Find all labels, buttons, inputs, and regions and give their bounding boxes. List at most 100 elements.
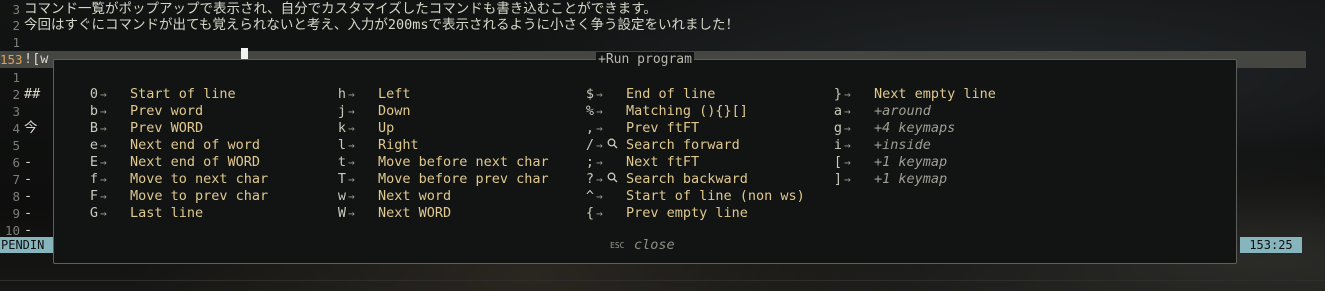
arrow-icon: →: [596, 190, 603, 203]
key-label: ;: [585, 154, 594, 170]
key-label: t: [337, 154, 346, 170]
key-label: j: [337, 103, 346, 119]
key-label: f: [89, 171, 98, 187]
editor-line[interactable]: 6-: [0, 154, 32, 171]
key-description: Start of line (non ws): [626, 188, 805, 204]
key-label: E: [89, 154, 98, 170]
editor-line[interactable]: 3 コマンド一覧がポップアップで表示され、自分でカスタマイズしたコマンドも書き込む…: [0, 1, 657, 18]
editor-line[interactable]: 8-: [0, 188, 32, 205]
key-description: +4 keymaps: [874, 120, 956, 136]
line-text: 今回はすぐにコマンドが出ても覚えられないと考え、入力が200msで表示されるよう…: [24, 17, 739, 33]
key-description: End of line: [626, 86, 716, 102]
key-description: +1 keymap: [874, 171, 948, 187]
editor-line[interactable]: 1: [0, 34, 24, 51]
key-label: F: [89, 188, 98, 204]
key-description: Up: [378, 120, 395, 136]
arrow-icon: →: [844, 173, 851, 186]
editor-line[interactable]: 1: [0, 69, 24, 86]
key-description: Start of line: [130, 86, 236, 102]
line-number: 7: [12, 172, 20, 187]
key-description: Move to next char: [130, 171, 269, 187]
arrow-icon: →: [844, 122, 851, 135]
key-description: Next ftFT: [626, 154, 700, 170]
key-description: Move to prev char: [130, 188, 269, 204]
key-description: Next end of word: [130, 137, 261, 153]
key-label: h: [337, 86, 346, 102]
line-text: 今: [24, 120, 38, 136]
arrow-icon: →: [348, 88, 355, 101]
arrow-icon: →: [596, 173, 603, 186]
arrow-icon: →: [100, 173, 107, 186]
key-label: b: [89, 103, 98, 119]
key-label: i: [833, 137, 842, 153]
editor-line[interactable]: 2 今回はすぐにコマンドが出ても覚えられないと考え、入力が200msで表示されるよ…: [0, 17, 739, 34]
popup-title-text: +Run program: [596, 52, 694, 67]
line-number: 1: [12, 70, 20, 85]
arrow-icon: →: [100, 156, 107, 169]
key-description: Matching (){}[]: [626, 103, 748, 119]
arrow-icon: →: [844, 139, 851, 152]
arrow-icon: →: [100, 139, 107, 152]
key-description: Search backward: [626, 171, 748, 187]
arrow-icon: →: [348, 105, 355, 118]
arrow-icon: →: [596, 105, 603, 118]
key-label: $: [585, 86, 594, 102]
arrow-icon: →: [348, 173, 355, 186]
arrow-icon: →: [348, 122, 355, 135]
line-text: ##: [24, 86, 41, 102]
key-label: k: [337, 120, 346, 136]
editor-line[interactable]: 4今: [0, 120, 38, 137]
key-description: +1 keymap: [874, 154, 948, 170]
key-label: 0: [89, 86, 98, 102]
editor-line[interactable]: 5: [0, 137, 24, 154]
line-number: 5: [12, 138, 20, 153]
line-text: -: [24, 188, 33, 204]
key-label: g: [833, 120, 842, 136]
line-text: コマンド一覧がポップアップで表示され、自分でカスタマイズしたコマンドも書き込むこ…: [24, 1, 657, 17]
arrow-icon: →: [596, 156, 603, 169]
close-button[interactable]: close: [634, 237, 675, 254]
key-description: Search forward: [626, 137, 740, 153]
key-label: e: [89, 137, 98, 153]
key-label: G: [89, 205, 98, 221]
search-icon: [607, 171, 618, 188]
search-icon: [607, 137, 618, 154]
key-description: Down: [378, 103, 411, 119]
key-label: ]: [833, 171, 842, 187]
key-label: W: [337, 205, 346, 221]
arrow-icon: →: [844, 88, 851, 101]
line-number: 3: [12, 2, 20, 17]
key-label: l: [337, 137, 346, 153]
key-label: ^: [585, 188, 594, 204]
editor-line[interactable]: 153 ![w: [0, 51, 48, 68]
key-description: Prev word: [130, 103, 204, 119]
editor-line[interactable]: 3: [0, 103, 24, 120]
key-description: Next word: [378, 188, 452, 204]
line-number: 8: [12, 189, 20, 204]
editor-line[interactable]: 7-: [0, 171, 32, 188]
key-description: +around: [874, 103, 931, 119]
line-number: 4: [12, 121, 20, 136]
window-divider: [0, 280, 1325, 281]
key-description: Move before next char: [378, 154, 549, 170]
editor-line[interactable]: 9-: [0, 205, 32, 222]
line-number: 2: [12, 18, 20, 33]
arrow-icon: →: [348, 207, 355, 220]
key-description: Right: [378, 137, 419, 153]
arrow-icon: →: [844, 156, 851, 169]
arrow-icon: →: [596, 139, 603, 152]
key-label: ?: [585, 171, 594, 187]
key-description: Move before prev char: [378, 171, 549, 187]
key-description: Prev WORD: [130, 120, 204, 136]
line-number: 2: [12, 87, 20, 102]
line-text: -: [24, 205, 33, 221]
key-label: w: [337, 188, 346, 204]
line-number: 9: [12, 206, 20, 221]
editor-line[interactable]: 2 ##: [0, 86, 40, 103]
line-text: -: [24, 154, 33, 170]
key-description: Next WORD: [378, 205, 452, 221]
line-number: 6: [12, 155, 20, 170]
line-text: -: [24, 171, 33, 187]
esc-key-hint: ESC: [610, 241, 625, 250]
line-number: 3: [12, 104, 20, 119]
